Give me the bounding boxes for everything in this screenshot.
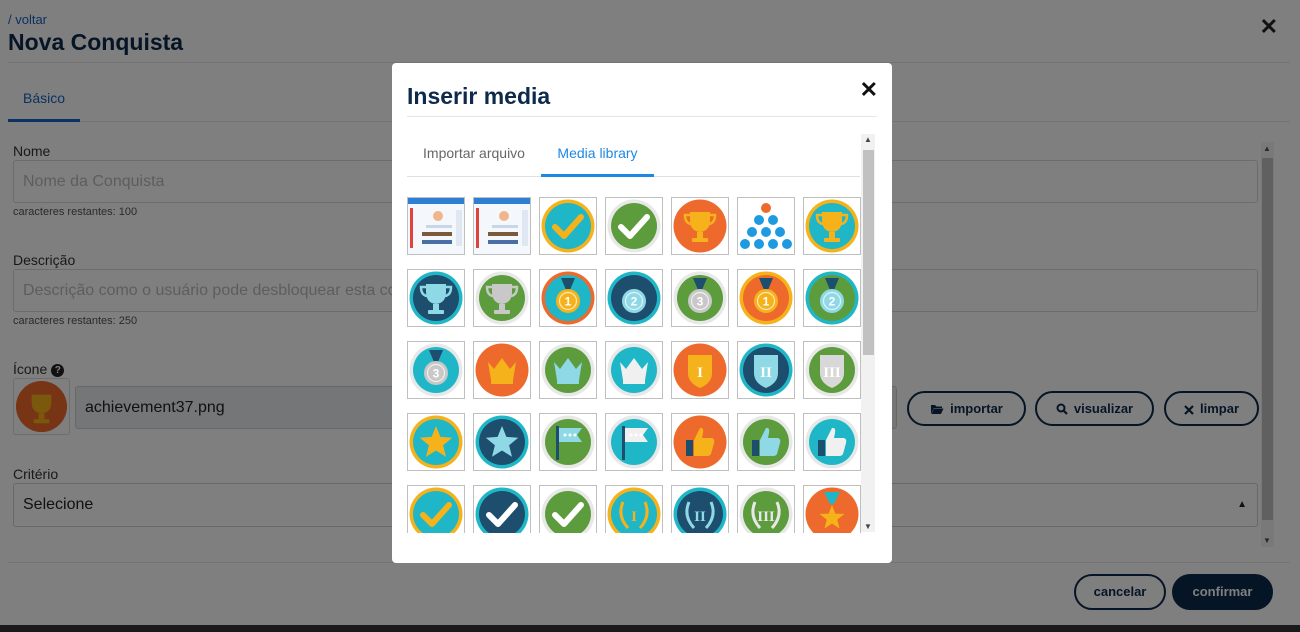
media-item[interactable] [473, 341, 531, 399]
medal-icon: 2 [607, 271, 661, 325]
media-item[interactable] [539, 341, 597, 399]
media-item[interactable]: I [605, 485, 663, 533]
trophy-icon [673, 199, 727, 253]
insert-media-modal: Inserir media ✕ Importar arquivo Media l… [392, 63, 892, 563]
media-item[interactable]: III [737, 485, 795, 533]
media-item[interactable] [737, 197, 795, 255]
flag-icon [541, 415, 595, 469]
svg-text:1: 1 [565, 295, 572, 309]
check-badge-icon [475, 487, 529, 533]
scroll-up-icon[interactable]: ▲ [864, 135, 872, 144]
media-item[interactable] [737, 413, 795, 471]
svg-text:2: 2 [829, 295, 836, 309]
thumbs-up-icon [673, 415, 727, 469]
trophy-icon [409, 271, 463, 325]
media-item[interactable] [539, 485, 597, 533]
medal-star-icon [805, 487, 859, 533]
media-item[interactable] [671, 197, 729, 255]
dots-logo-icon [740, 203, 792, 249]
thumbs-up-icon [739, 415, 793, 469]
star-icon [475, 415, 529, 469]
media-item[interactable]: 2 [605, 269, 663, 327]
media-item[interactable] [407, 197, 465, 255]
modal-title: Inserir media [407, 83, 551, 109]
media-item[interactable] [473, 197, 531, 255]
media-item[interactable]: I [671, 341, 729, 399]
thumbs-up-icon [805, 415, 859, 469]
shield-icon: I [673, 343, 727, 397]
media-item[interactable]: 1 [539, 269, 597, 327]
media-item[interactable] [473, 485, 531, 533]
media-item[interactable] [407, 413, 465, 471]
scroll-thumb[interactable] [863, 150, 874, 355]
media-item[interactable]: II [737, 341, 795, 399]
screenshot-thumbnail [408, 198, 464, 254]
svg-text:II: II [694, 509, 706, 525]
medal-icon: 1 [739, 271, 793, 325]
svg-text:3: 3 [697, 295, 704, 309]
svg-text:1: 1 [763, 295, 770, 309]
tab-media-library[interactable]: Media library [541, 133, 654, 177]
modal-scrollbar[interactable]: ▲ ▼ [861, 134, 875, 532]
media-item[interactable] [803, 413, 861, 471]
check-badge-icon [541, 487, 595, 533]
svg-text:3: 3 [433, 367, 440, 381]
check-badge-icon [541, 199, 595, 253]
media-item[interactable]: 2 [803, 269, 861, 327]
media-item[interactable] [539, 197, 597, 255]
svg-text:II: II [760, 365, 772, 381]
check-badge-icon [607, 199, 661, 253]
media-item[interactable]: 3 [407, 341, 465, 399]
tab-import-file[interactable]: Importar arquivo [407, 133, 541, 177]
shield-icon: II [739, 343, 793, 397]
medal-icon: 1 [541, 271, 595, 325]
shield-icon: III [805, 343, 859, 397]
star-icon [409, 415, 463, 469]
modal-tabs: Importar arquivo Media library [407, 133, 860, 177]
media-grid: 1 2 3 1 2 3 I II III I II III [407, 197, 863, 533]
media-item[interactable] [605, 413, 663, 471]
media-item[interactable] [803, 197, 861, 255]
laurel-icon: II [673, 487, 727, 533]
media-item[interactable] [407, 485, 465, 533]
screenshot-thumbnail [474, 198, 530, 254]
modal-close-icon[interactable]: ✕ [860, 77, 878, 103]
media-item[interactable]: III [803, 341, 861, 399]
media-item[interactable] [803, 485, 861, 533]
media-item[interactable]: 3 [671, 269, 729, 327]
trophy-icon [475, 271, 529, 325]
flag-icon [607, 415, 661, 469]
svg-text:2: 2 [631, 295, 638, 309]
media-item[interactable] [605, 341, 663, 399]
media-item[interactable] [473, 269, 531, 327]
medal-icon: 3 [409, 343, 463, 397]
crown-icon [475, 343, 529, 397]
svg-text:I: I [697, 365, 703, 381]
laurel-icon: I [607, 487, 661, 533]
medal-icon: 2 [805, 271, 859, 325]
crown-icon [541, 343, 595, 397]
medal-icon: 3 [673, 271, 727, 325]
media-item[interactable]: II [671, 485, 729, 533]
laurel-icon: III [739, 487, 793, 533]
svg-text:III: III [823, 365, 841, 381]
check-badge-icon [409, 487, 463, 533]
svg-text:I: I [631, 509, 637, 525]
media-item[interactable] [671, 413, 729, 471]
trophy-icon [805, 199, 859, 253]
crown-icon [607, 343, 661, 397]
modal-divider [407, 116, 877, 117]
media-item[interactable]: 1 [737, 269, 795, 327]
media-item[interactable] [539, 413, 597, 471]
media-item[interactable] [473, 413, 531, 471]
svg-text:III: III [757, 509, 775, 525]
media-item[interactable] [605, 197, 663, 255]
media-item[interactable] [407, 269, 465, 327]
scroll-down-icon[interactable]: ▼ [864, 522, 872, 531]
